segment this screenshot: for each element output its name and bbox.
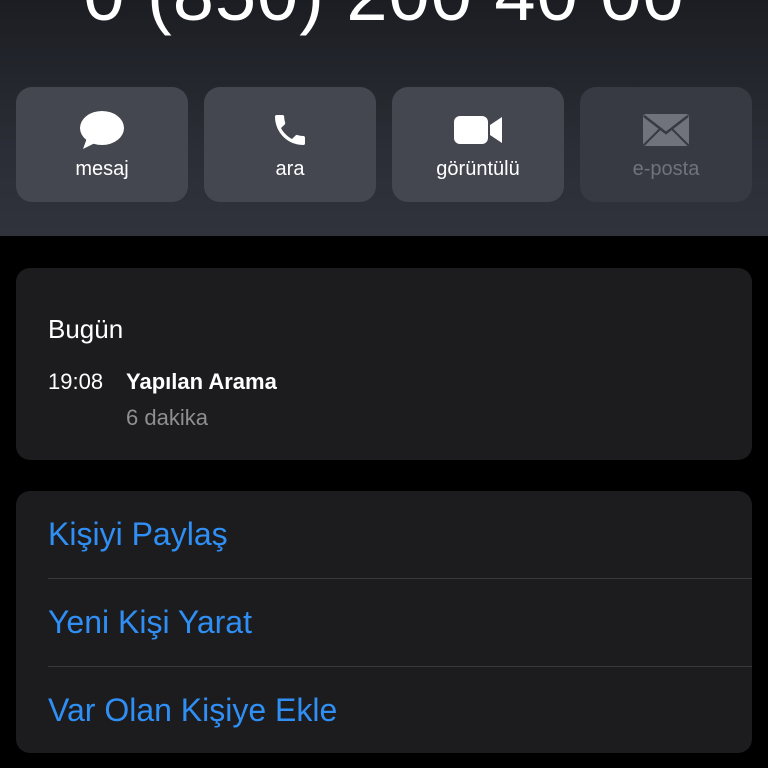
phone-number: 0 (850) 200 40 00 [0,0,768,37]
contact-options-card: Kişiyi Paylaş Yeni Kişi Yarat Var Olan K… [16,491,752,753]
contact-header: 0 (850) 200 40 00 mesaj ara [0,0,768,236]
call-button[interactable]: ara [204,87,376,202]
share-contact-label: Kişiyi Paylaş [48,516,228,552]
call-type: Yapılan Arama [126,369,277,394]
email-button[interactable]: e-posta [580,87,752,202]
call-label: ara [275,158,305,180]
add-to-existing-contact-option[interactable]: Var Olan Kişiye Ekle [16,667,752,753]
create-new-contact-label: Yeni Kişi Yarat [48,604,252,640]
share-contact-option[interactable]: Kişiyi Paylaş [16,491,752,578]
video-label: görüntülü [436,158,520,180]
envelope-icon [642,108,690,152]
video-camera-icon [454,108,502,152]
message-button[interactable]: mesaj [16,87,188,202]
call-time: 19:08 [48,369,104,394]
phone-icon [270,108,310,152]
speech-bubble-icon [79,108,125,152]
history-date: Bugün [48,314,124,344]
call-duration: 6 dakika [126,405,208,430]
message-label: mesaj [75,158,129,180]
email-label: e-posta [632,158,700,180]
call-history-card: Bugün 19:08 Yapılan Arama 6 dakika [16,268,752,460]
add-to-existing-contact-label: Var Olan Kişiye Ekle [48,692,338,728]
video-button[interactable]: görüntülü [392,87,564,202]
quick-actions: mesaj ara görüntülü e-posta [16,87,752,202]
create-new-contact-option[interactable]: Yeni Kişi Yarat [16,579,752,666]
